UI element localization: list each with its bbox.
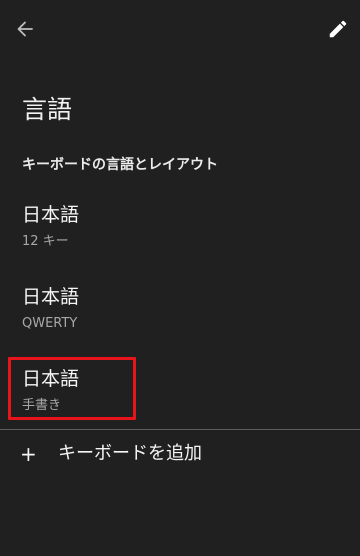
add-keyboard-button[interactable]: + キーボードを追加 (0, 432, 360, 478)
keyboard-item-12key[interactable]: 日本語 12 キー (0, 202, 360, 282)
pencil-icon (329, 20, 347, 38)
keyboard-item-subtitle: 手書き (22, 398, 62, 413)
back-button[interactable] (5, 9, 45, 49)
keyboard-item-subtitle: 12 キー (22, 234, 69, 249)
page-title: 言語 (22, 95, 73, 124)
keyboard-item-title: 日本語 (22, 368, 80, 390)
keyboard-item-subtitle: QWERTY (22, 316, 78, 331)
top-app-bar (0, 0, 360, 56)
edit-button[interactable] (318, 9, 358, 49)
divider (0, 429, 360, 430)
arrow-left-icon (17, 21, 33, 37)
keyboard-item-qwerty[interactable]: 日本語 QWERTY (0, 284, 360, 364)
add-keyboard-label: キーボードを追加 (58, 443, 202, 464)
section-header: キーボードの言語とレイアウト (22, 157, 218, 173)
plus-icon: + (20, 442, 37, 466)
keyboard-item-title: 日本語 (22, 286, 80, 308)
keyboard-item-title: 日本語 (22, 204, 80, 226)
